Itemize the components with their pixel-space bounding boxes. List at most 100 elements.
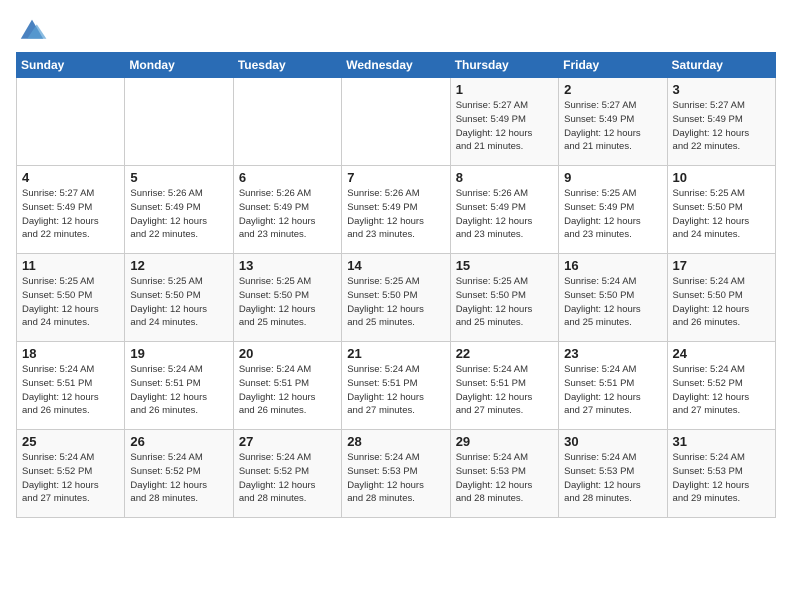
calendar-cell: 11 Sunrise: 5:25 AM Sunset: 5:50 PM Dayli… [17,254,125,342]
calendar-week-row: 18 Sunrise: 5:24 AM Sunset: 5:51 PM Dayli… [17,342,776,430]
day-number: 10 [673,170,770,185]
day-info: Sunrise: 5:27 AM Sunset: 5:49 PM Dayligh… [456,99,553,154]
calendar-cell: 22Sunrise: 5:24 AM Sunset: 5:51 PM Dayli… [450,342,558,430]
calendar-cell: 26 Sunrise: 5:24 AM Sunset: 5:52 PM Dayli… [125,430,233,518]
day-info: Sunrise: 5:26 AM Sunset: 5:49 PM Dayligh… [239,187,336,242]
calendar-cell: 2 Sunrise: 5:27 AM Sunset: 5:49 PM Daylig… [559,78,667,166]
day-info: Sunrise: 5:24 AM Sunset: 5:51 PM Dayligh… [347,363,444,418]
day-number: 4 [22,170,119,185]
day-info: Sunrise: 5:26 AM Sunset: 5:49 PM Dayligh… [130,187,227,242]
day-info: Sunrise: 5:24 AM Sunset: 5:52 PM Dayligh… [22,451,119,506]
day-number: 1 [456,82,553,97]
day-number: 5 [130,170,227,185]
calendar-cell: 31 Sunrise: 5:24 AM Sunset: 5:53 PM Dayli… [667,430,775,518]
day-number: 18 [22,346,119,361]
day-info: Sunrise: 5:25 AM Sunset: 5:50 PM Dayligh… [456,275,553,330]
day-info: Sunrise: 5:24 AM Sunset: 5:53 PM Dayligh… [673,451,770,506]
day-info: Sunrise: 5:25 AM Sunset: 5:50 PM Dayligh… [673,187,770,242]
day-info: Sunrise: 5:25 AM Sunset: 5:49 PM Dayligh… [564,187,661,242]
header-sunday: Sunday [17,53,125,78]
calendar-cell: 16 Sunrise: 5:24 AM Sunset: 5:50 PM Dayli… [559,254,667,342]
calendar-cell: 25 Sunrise: 5:24 AM Sunset: 5:52 PM Dayli… [17,430,125,518]
day-info: Sunrise: 5:24 AM Sunset: 5:51 PM Dayligh… [130,363,227,418]
day-info: Sunrise: 5:24 AM Sunset: 5:51 PM Dayligh… [564,363,661,418]
day-number: 19 [130,346,227,361]
calendar-week-row: 4 Sunrise: 5:27 AM Sunset: 5:49 PM Daylig… [17,166,776,254]
calendar-cell: 7 Sunrise: 5:26 AM Sunset: 5:49 PM Daylig… [342,166,450,254]
day-number: 13 [239,258,336,273]
day-number: 17 [673,258,770,273]
calendar-cell: 6 Sunrise: 5:26 AM Sunset: 5:49 PM Daylig… [233,166,341,254]
day-info: Sunrise: 5:24 AM Sunset: 5:52 PM Dayligh… [130,451,227,506]
calendar-cell: 27 Sunrise: 5:24 AM Sunset: 5:52 PM Dayli… [233,430,341,518]
day-number: 21 [347,346,444,361]
day-info: Sunrise: 5:27 AM Sunset: 5:49 PM Dayligh… [22,187,119,242]
day-info: Sunrise: 5:25 AM Sunset: 5:50 PM Dayligh… [239,275,336,330]
day-number: 12 [130,258,227,273]
calendar-cell [125,78,233,166]
day-info: Sunrise: 5:24 AM Sunset: 5:53 PM Dayligh… [456,451,553,506]
day-info: Sunrise: 5:24 AM Sunset: 5:52 PM Dayligh… [239,451,336,506]
calendar-cell: 15 Sunrise: 5:25 AM Sunset: 5:50 PM Dayli… [450,254,558,342]
calendar-cell: 30 Sunrise: 5:24 AM Sunset: 5:53 PM Dayli… [559,430,667,518]
day-info: Sunrise: 5:24 AM Sunset: 5:50 PM Dayligh… [564,275,661,330]
day-info: Sunrise: 5:24 AM Sunset: 5:53 PM Dayligh… [564,451,661,506]
header-friday: Friday [559,53,667,78]
header-thursday: Thursday [450,53,558,78]
calendar-cell: 3 Sunrise: 5:27 AM Sunset: 5:49 PM Daylig… [667,78,775,166]
day-number: 25 [22,434,119,449]
logo [16,16,52,44]
day-info: Sunrise: 5:26 AM Sunset: 5:49 PM Dayligh… [347,187,444,242]
day-number: 14 [347,258,444,273]
day-info: Sunrise: 5:25 AM Sunset: 5:50 PM Dayligh… [347,275,444,330]
day-number: 27 [239,434,336,449]
calendar-week-row: 11 Sunrise: 5:25 AM Sunset: 5:50 PM Dayli… [17,254,776,342]
calendar-cell: 12 Sunrise: 5:25 AM Sunset: 5:50 PM Dayli… [125,254,233,342]
day-number: 23 [564,346,661,361]
calendar-cell: 29 Sunrise: 5:24 AM Sunset: 5:53 PM Dayli… [450,430,558,518]
day-number: 22 [456,346,553,361]
day-number: 28 [347,434,444,449]
calendar-cell: 18 Sunrise: 5:24 AM Sunset: 5:51 PM Dayli… [17,342,125,430]
day-info: Sunrise: 5:24 AM Sunset: 5:52 PM Dayligh… [673,363,770,418]
calendar-cell: 8 Sunrise: 5:26 AM Sunset: 5:49 PM Daylig… [450,166,558,254]
calendar-cell: 5 Sunrise: 5:26 AM Sunset: 5:49 PM Daylig… [125,166,233,254]
header-saturday: Saturday [667,53,775,78]
day-number: 3 [673,82,770,97]
calendar-cell: 9 Sunrise: 5:25 AM Sunset: 5:49 PM Daylig… [559,166,667,254]
day-info: Sunrise: 5:25 AM Sunset: 5:50 PM Dayligh… [22,275,119,330]
calendar-week-row: 1 Sunrise: 5:27 AM Sunset: 5:49 PM Daylig… [17,78,776,166]
day-info: Sunrise: 5:26 AM Sunset: 5:49 PM Dayligh… [456,187,553,242]
day-number: 7 [347,170,444,185]
calendar-cell: 10 Sunrise: 5:25 AM Sunset: 5:50 PM Dayli… [667,166,775,254]
day-number: 9 [564,170,661,185]
day-number: 30 [564,434,661,449]
day-info: Sunrise: 5:25 AM Sunset: 5:50 PM Dayligh… [130,275,227,330]
header-wednesday: Wednesday [342,53,450,78]
day-info: Sunrise: 5:24 AM Sunset: 5:51 PM Dayligh… [22,363,119,418]
calendar-cell: 19 Sunrise: 5:24 AM Sunset: 5:51 PM Dayli… [125,342,233,430]
day-number: 24 [673,346,770,361]
day-number: 29 [456,434,553,449]
logo-icon [16,16,48,44]
day-number: 26 [130,434,227,449]
calendar-header-row: SundayMondayTuesdayWednesdayThursdayFrid… [17,53,776,78]
day-info: Sunrise: 5:27 AM Sunset: 5:49 PM Dayligh… [564,99,661,154]
calendar-cell: 1 Sunrise: 5:27 AM Sunset: 5:49 PM Daylig… [450,78,558,166]
calendar-cell: 13 Sunrise: 5:25 AM Sunset: 5:50 PM Dayli… [233,254,341,342]
day-number: 8 [456,170,553,185]
day-number: 6 [239,170,336,185]
calendar-cell: 24 Sunrise: 5:24 AM Sunset: 5:52 PM Dayli… [667,342,775,430]
day-number: 11 [22,258,119,273]
calendar-cell [233,78,341,166]
day-number: 31 [673,434,770,449]
day-info: Sunrise: 5:24 AM Sunset: 5:53 PM Dayligh… [347,451,444,506]
calendar-week-row: 25 Sunrise: 5:24 AM Sunset: 5:52 PM Dayli… [17,430,776,518]
day-number: 15 [456,258,553,273]
calendar-cell [342,78,450,166]
day-number: 2 [564,82,661,97]
day-info: Sunrise: 5:27 AM Sunset: 5:49 PM Dayligh… [673,99,770,154]
day-number: 16 [564,258,661,273]
calendar-cell: 28 Sunrise: 5:24 AM Sunset: 5:53 PM Dayli… [342,430,450,518]
calendar-cell: 21 Sunrise: 5:24 AM Sunset: 5:51 PM Dayli… [342,342,450,430]
